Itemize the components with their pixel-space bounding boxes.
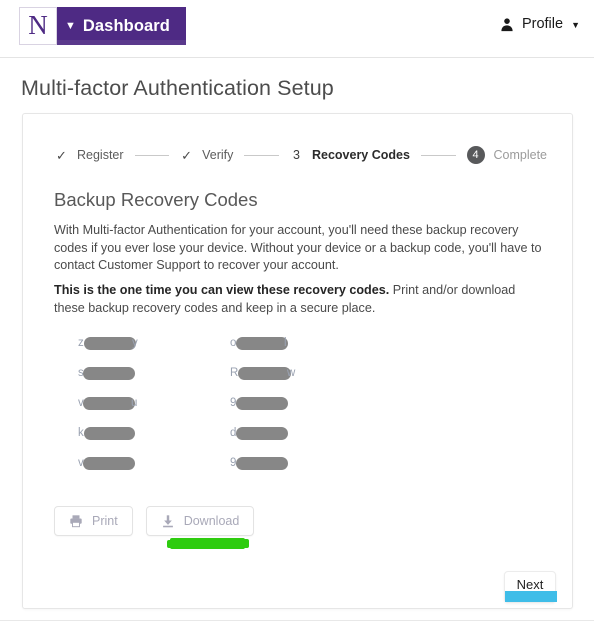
next-highlight-annotation [505, 591, 557, 602]
check-icon: ✓ [181, 147, 193, 163]
bottom-divider [0, 620, 594, 621]
recovery-code-redaction [236, 427, 288, 440]
recovery-code-item: vu [78, 396, 182, 410]
recovery-code-item: 9 [230, 456, 334, 470]
caret-down-icon: ▼ [65, 19, 76, 32]
logo-letter: N [28, 9, 48, 40]
recovery-code-prefix: z [78, 337, 84, 349]
step-connector [420, 154, 456, 156]
next-label: Next [516, 577, 544, 592]
top-navigation-bar: N ▼ Dashboard Profile ▼ [0, 0, 594, 58]
person-icon [500, 17, 514, 32]
print-button[interactable]: Print [54, 506, 133, 536]
download-label: Download [183, 514, 240, 528]
recovery-code-redaction [84, 337, 136, 350]
recovery-code-redaction [84, 427, 135, 440]
step-number-badge: 4 [466, 146, 485, 164]
recovery-code-redaction [238, 367, 291, 380]
step-complete[interactable]: 4 Complete [466, 146, 548, 164]
page-title: Multi-factor Authentication Setup [21, 76, 334, 100]
recovery-code-item: s [78, 366, 182, 380]
recovery-code-item: v [78, 456, 182, 470]
recovery-code-suffix: u [131, 397, 138, 409]
step-label: Verify [202, 148, 234, 162]
intro-paragraph: With Multi-factor Authentication for you… [54, 223, 542, 272]
recovery-code-item: 9 [230, 396, 334, 410]
recovery-code-redaction [236, 397, 288, 410]
step-label: Register [77, 148, 124, 162]
recovery-code-prefix: k [78, 427, 84, 439]
recovery-codes-grid: zyolsRwvu9kdv9 [78, 336, 378, 470]
warning-bold-text: This is the one time you can view these … [54, 283, 390, 297]
northwestern-n-logo: N [19, 7, 57, 45]
recovery-code-redaction [236, 337, 288, 350]
recovery-code-suffix: w [287, 367, 296, 379]
recovery-code-suffix: y [132, 337, 138, 349]
caret-down-icon: ▼ [571, 20, 580, 30]
check-icon: ✓ [56, 147, 67, 163]
recovery-code-suffix: l [284, 337, 287, 349]
recovery-code-item: d [230, 426, 334, 440]
step-connector [244, 154, 279, 156]
recovery-code-item: zy [78, 336, 182, 350]
step-number: 3 [292, 148, 300, 162]
dashboard-label: Dashboard [82, 16, 170, 35]
step-label: Recovery Codes [311, 148, 410, 162]
download-highlight-annotation [167, 538, 249, 549]
recovery-code-item: k [78, 426, 182, 440]
recovery-code-item: Rw [230, 366, 334, 380]
print-label: Print [92, 514, 118, 528]
section-title: Backup Recovery Codes [54, 189, 258, 210]
printer-icon [69, 514, 83, 528]
recovery-code-redaction [83, 397, 135, 410]
dashboard-tab[interactable]: ▼ Dashboard [56, 7, 186, 45]
download-icon [161, 514, 175, 528]
step-connector [134, 154, 170, 156]
step-register[interactable]: ✓ Register [55, 148, 124, 162]
recovery-code-redaction [83, 457, 135, 470]
step-label: Complete [493, 148, 548, 162]
warning-paragraph: This is the one time you can view these … [54, 282, 546, 317]
profile-menu[interactable]: Profile ▼ [500, 16, 580, 32]
code-actions: Print Download [54, 506, 255, 536]
setup-stepper: ✓ Register ✓ Verify 3 Recovery Codes 4 C… [55, 146, 547, 164]
recovery-code-redaction [83, 367, 135, 380]
step-verify[interactable]: ✓ Verify [180, 148, 233, 162]
download-button[interactable]: Download [145, 506, 255, 536]
brand-dashboard-menu[interactable]: N ▼ Dashboard [19, 7, 186, 45]
mfa-setup-card: ✓ Register ✓ Verify 3 Recovery Codes 4 C… [22, 113, 573, 609]
recovery-code-redaction [236, 457, 288, 470]
step-recovery-codes[interactable]: 3 Recovery Codes [290, 148, 410, 162]
profile-label: Profile [521, 16, 564, 32]
recovery-code-item: ol [230, 336, 334, 350]
